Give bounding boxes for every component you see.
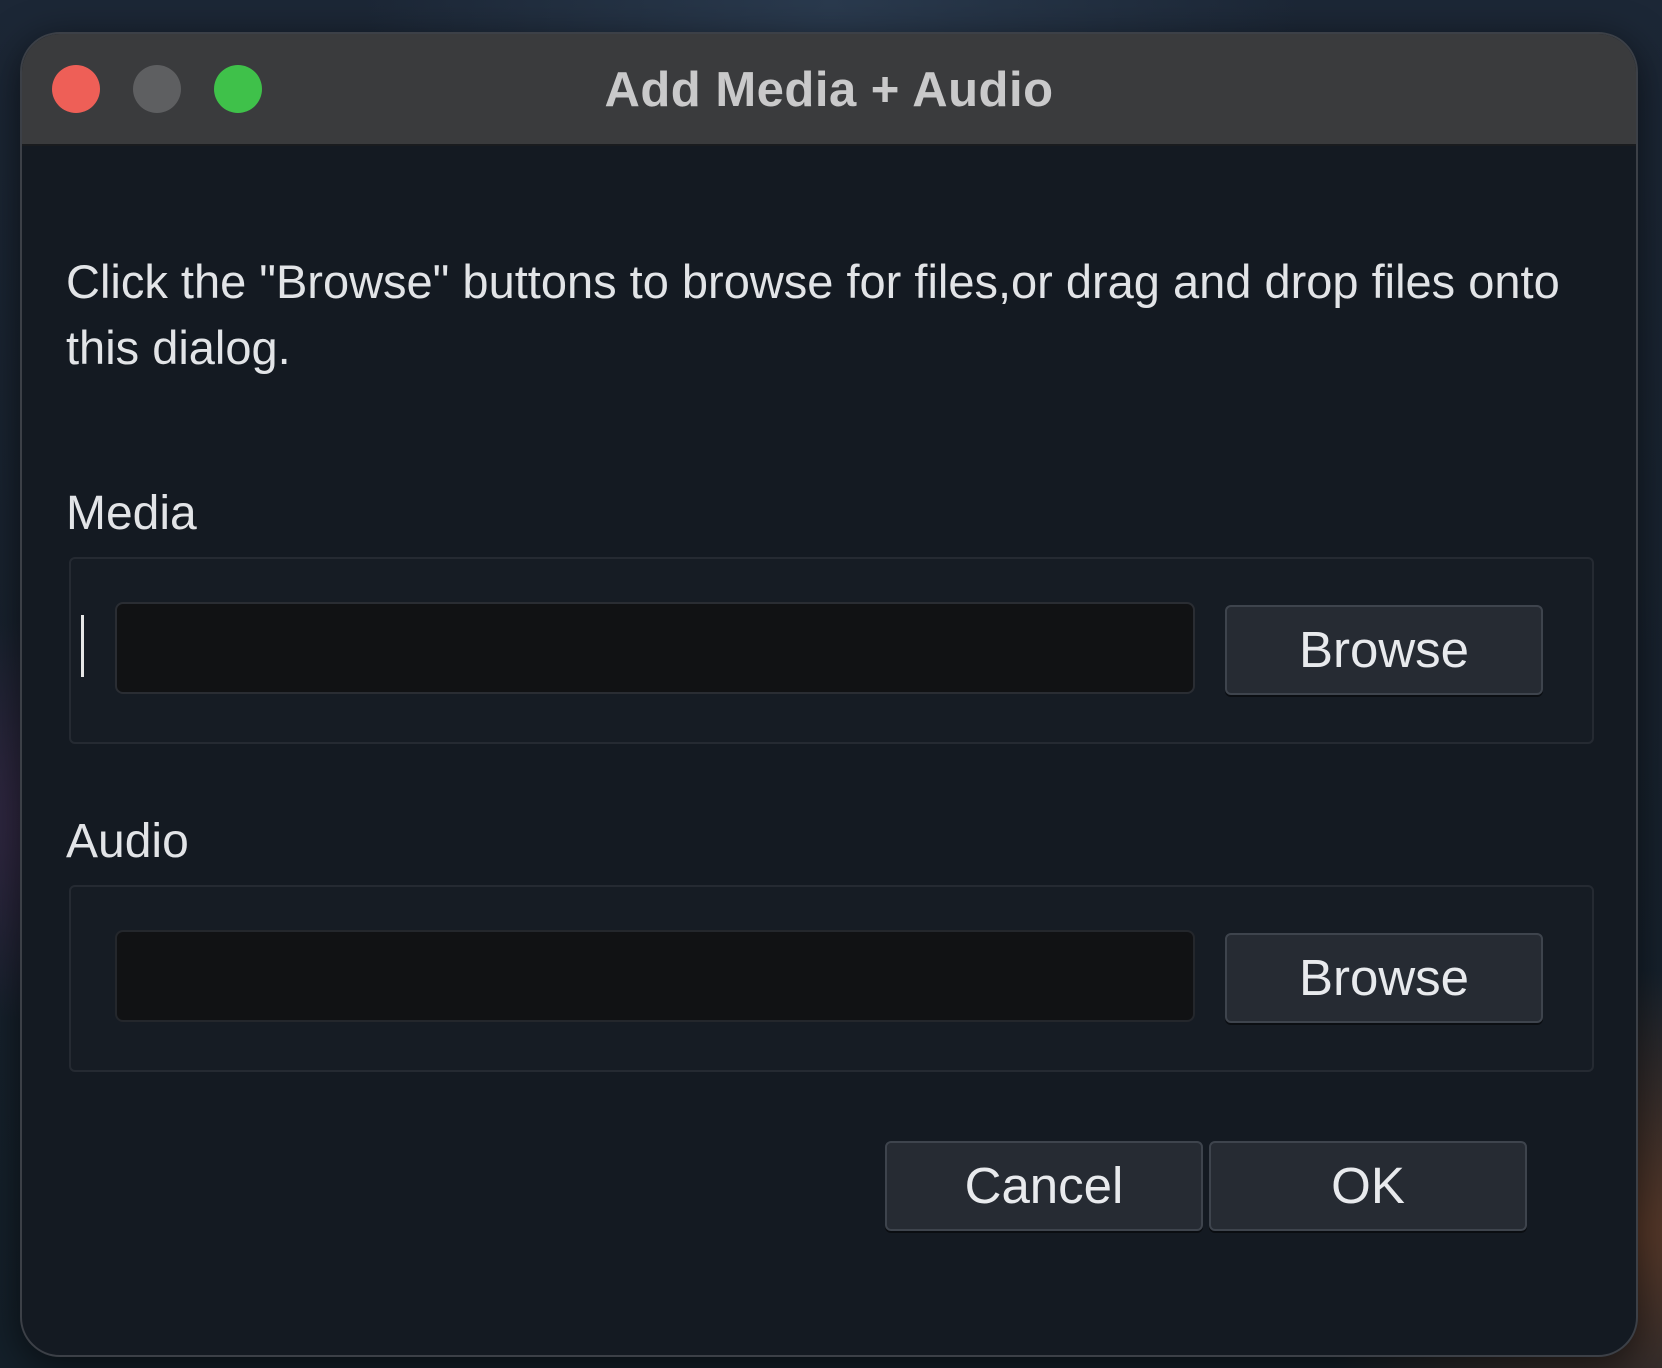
- media-path-input[interactable]: [115, 602, 1195, 694]
- audio-browse-button[interactable]: Browse: [1225, 933, 1543, 1023]
- instructions-text: Click the "Browse" buttons to browse for…: [66, 255, 1560, 374]
- add-media-audio-dialog: Add Media + Audio Click the "Browse" but…: [20, 32, 1638, 1357]
- titlebar[interactable]: Add Media + Audio: [22, 34, 1636, 146]
- audio-label: Audio: [66, 815, 189, 868]
- ok-button[interactable]: OK: [1209, 1141, 1527, 1231]
- media-browse-button[interactable]: Browse: [1225, 605, 1543, 695]
- window-title: Add Media + Audio: [604, 63, 1054, 117]
- cancel-button[interactable]: Cancel: [885, 1141, 1203, 1231]
- media-label: Media: [66, 487, 197, 540]
- media-group: Browse: [69, 557, 1594, 744]
- text-caret: [81, 615, 84, 677]
- audio-path-input[interactable]: [115, 930, 1195, 1022]
- audio-group: Browse: [69, 885, 1594, 1072]
